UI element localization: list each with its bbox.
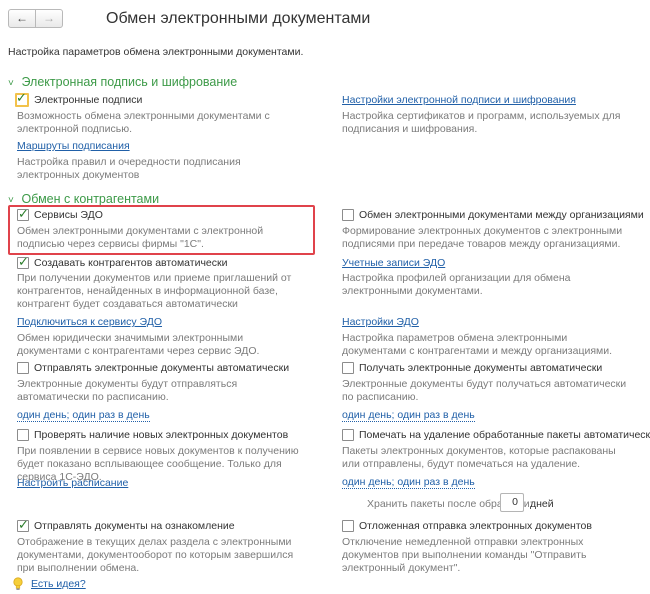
chevron-down-icon: ˅ — [8, 78, 14, 89]
edo-services-label: Сервисы ЭДО — [34, 209, 103, 221]
mark-delete-desc: Пакеты электронных документов, которые р… — [342, 445, 616, 470]
section-counterparties[interactable]: ˅ Обмен с контрагентами — [8, 192, 159, 206]
esign-desc: Возможность обмена электронными документ… — [17, 110, 270, 135]
send-auto-desc: Электронные документы будут отправляться… — [17, 378, 238, 403]
edo-services-desc: Обмен электронными документами с электро… — [17, 225, 264, 250]
page-subtitle: Настройка параметров обмена электронными… — [8, 46, 304, 58]
edo-accounts-link[interactable]: Учетные записи ЭДО — [342, 257, 445, 269]
receive-auto-label: Получать электронные документы автоматич… — [359, 362, 603, 374]
esign-label: Электронные подписи — [34, 94, 143, 106]
deferred-send-label: Отложенная отправка электронных документ… — [359, 520, 592, 532]
arrow-left-icon: ← — [16, 11, 28, 25]
deferred-send-checkbox[interactable] — [342, 520, 354, 532]
connect-edo-desc: Обмен юридически значимыми электронными … — [17, 332, 260, 357]
page-title: Обмен электронными документами — [106, 10, 371, 27]
receive-auto-checkbox[interactable] — [342, 362, 354, 374]
edo-settings-link[interactable]: Настройки ЭДО — [342, 316, 419, 328]
forward-button[interactable]: → — [35, 9, 63, 28]
between-orgs-desc: Формирование электронных документов с эл… — [342, 225, 623, 250]
esign-settings-desc: Настройка сертификатов и программ, испол… — [342, 110, 621, 135]
auto-counterparty-checkbox[interactable] — [17, 254, 29, 270]
send-auto-label: Отправлять электронные документы автомат… — [34, 362, 290, 374]
for-review-desc: Отображение в текущих делах раздела с эл… — [17, 536, 294, 574]
mark-delete-label: Помечать на удаление обработанные пакеты… — [359, 429, 650, 441]
keep-days-unit: дней — [530, 498, 554, 510]
esign-settings-link[interactable]: Настройки электронной подписи и шифрован… — [342, 94, 576, 106]
send-schedule-link[interactable]: один день; один раз в день — [17, 409, 150, 422]
setup-schedule-link[interactable]: Настроить расписание — [17, 477, 128, 489]
lightbulb-icon — [13, 577, 23, 590]
mark-delete-checkbox[interactable] — [342, 429, 354, 441]
section-counterparties-label: Обмен с контрагентами — [21, 192, 160, 206]
edo-services-checkbox[interactable] — [17, 206, 29, 222]
section-signature-label: Электронная подпись и шифрование — [21, 75, 238, 89]
for-review-label: Отправлять документы на ознакомление — [34, 520, 235, 532]
back-button[interactable]: ← — [8, 9, 36, 28]
check-new-label: Проверять наличие новых электронных доку… — [34, 429, 289, 441]
auto-counterparty-label: Создавать контрагентов автоматически — [34, 257, 228, 269]
between-orgs-checkbox[interactable] — [342, 209, 354, 221]
between-orgs-label: Обмен электронными документами между орг… — [359, 209, 644, 221]
auto-counterparty-desc: При получении документов или приеме приг… — [17, 272, 292, 310]
esign-checkbox[interactable] — [15, 90, 29, 107]
check-new-checkbox[interactable] — [17, 429, 29, 441]
send-auto-checkbox[interactable] — [17, 362, 29, 374]
receive-schedule-link[interactable]: один день; один раз в день — [342, 409, 475, 422]
signing-routes-link[interactable]: Маршруты подписания — [17, 140, 130, 152]
deferred-send-desc: Отключение немедленной отправки электрон… — [342, 536, 587, 574]
signing-routes-desc: Настройка правил и очередности подписани… — [17, 156, 241, 181]
arrow-right-icon: → — [43, 11, 55, 25]
connect-edo-link[interactable]: Подключиться к сервису ЭДО — [17, 316, 162, 328]
mark-delete-schedule-link[interactable]: один день; один раз в день — [342, 476, 475, 489]
keep-days-input[interactable]: 0 — [500, 493, 524, 512]
for-review-checkbox[interactable] — [17, 517, 29, 533]
ideas-link[interactable]: Есть идея? — [31, 578, 86, 590]
receive-auto-desc: Электронные документы будут получаться а… — [342, 378, 627, 403]
edo-settings-desc: Настройка параметров обмена электронными… — [342, 332, 613, 357]
edo-accounts-desc: Настройка профилей организации для обмен… — [342, 272, 571, 297]
section-signature[interactable]: ˅ Электронная подпись и шифрование — [8, 75, 237, 89]
